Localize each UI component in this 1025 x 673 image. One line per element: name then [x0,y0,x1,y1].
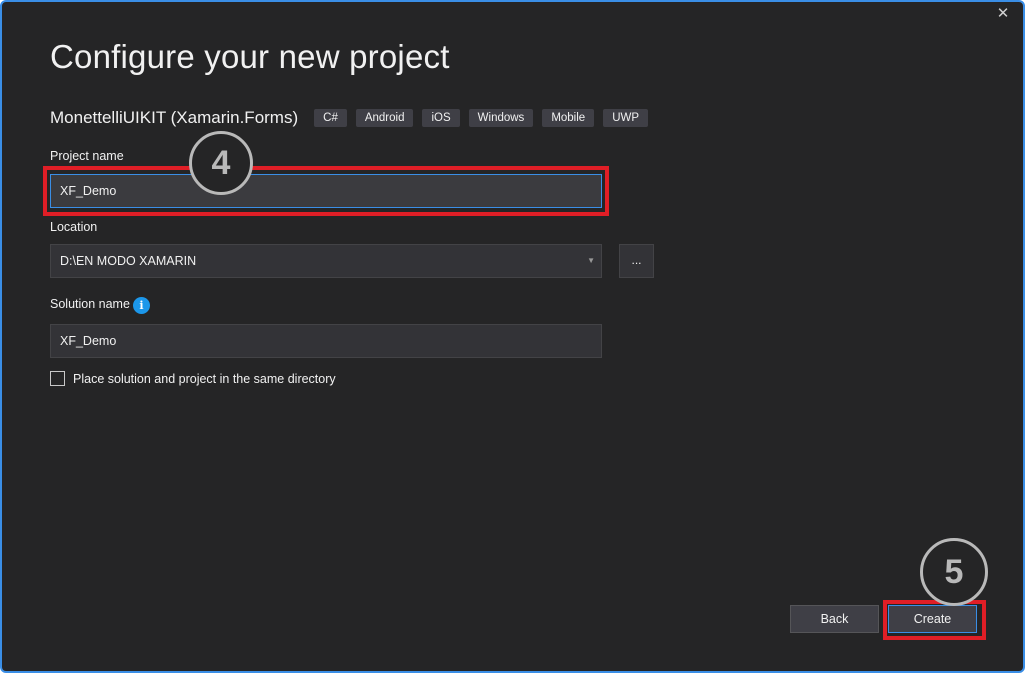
close-icon[interactable]: ✕ [993,4,1013,24]
tag-mobile: Mobile [542,109,595,127]
template-row: MonettelliUIKIT (Xamarin.Forms) C# Andro… [50,106,657,130]
project-name-input[interactable] [50,174,602,208]
tag-windows: Windows [468,109,534,127]
info-icon[interactable]: i [133,297,150,314]
template-name: MonettelliUIKIT (Xamarin.Forms) [50,108,299,127]
solution-name-input[interactable] [50,324,602,358]
step-4-badge: 4 [189,131,253,195]
step-5-badge: 5 [920,538,988,606]
chevron-down-icon[interactable]: ▼ [587,245,595,277]
create-button[interactable]: Create [888,605,977,633]
tag-csharp: C# [314,109,347,127]
solution-name-label: Solution name [50,297,130,311]
page-title: Configure your new project [50,38,450,75]
same-directory-label: Place solution and project in the same d… [73,372,336,386]
location-value: D:\EN MODO XAMARIN [60,254,197,268]
tag-ios: iOS [422,109,460,127]
location-combo[interactable]: D:\EN MODO XAMARIN ▼ [50,244,602,278]
back-button[interactable]: Back [790,605,879,633]
tag-android: Android [355,109,414,127]
project-name-label: Project name [50,149,124,163]
location-label: Location [50,220,98,234]
same-directory-checkbox[interactable] [50,371,65,386]
browse-button[interactable]: ... [619,244,654,278]
tag-uwp: UWP [603,109,649,127]
configure-project-dialog: ✕ Configure your new project MonettelliU… [0,0,1025,673]
